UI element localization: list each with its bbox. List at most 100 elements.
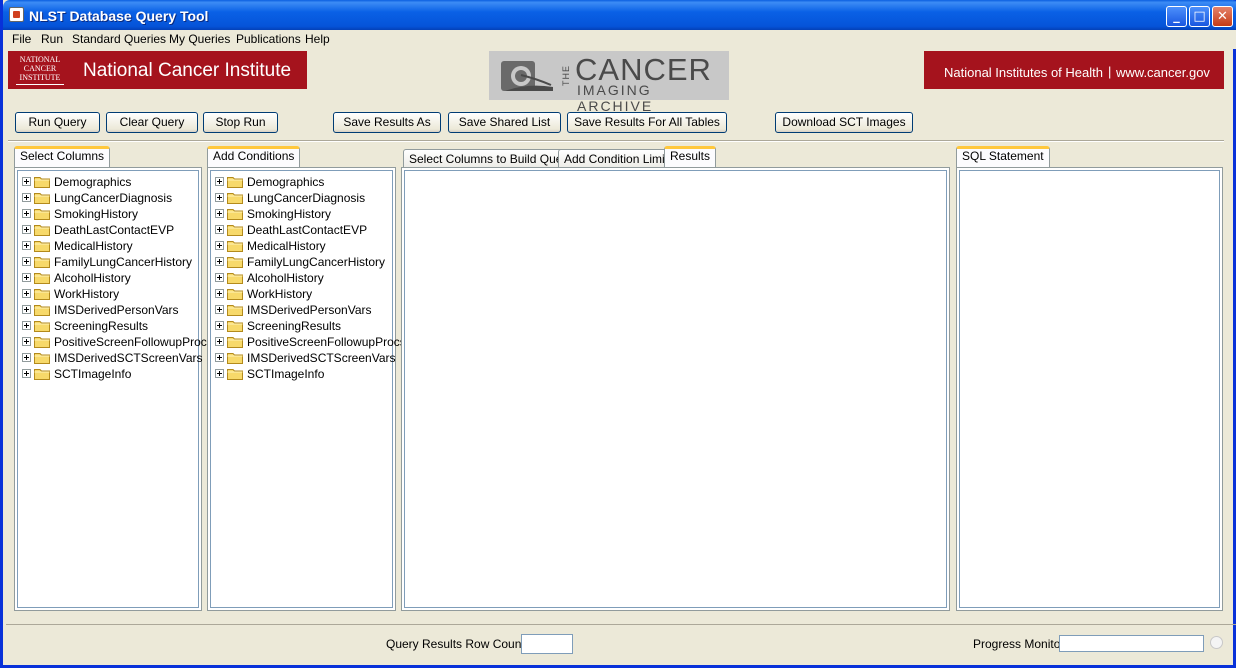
expand-icon[interactable] xyxy=(22,273,31,283)
close-icon[interactable]: ✕ xyxy=(1212,6,1233,27)
add-conditions-tree-item[interactable]: PositiveScreenFollowupProcs xyxy=(215,334,406,350)
save-results-all-tables-button[interactable]: Save Results For All Tables xyxy=(567,112,727,133)
select-columns-tree-item[interactable]: LungCancerDiagnosis xyxy=(22,190,172,206)
tree-item-label: WorkHistory xyxy=(247,286,313,301)
expand-icon[interactable] xyxy=(215,321,224,331)
expand-icon[interactable] xyxy=(215,353,224,363)
tab-select-columns[interactable]: Select Columns xyxy=(14,146,111,167)
status-bar: Query Results Row Count Progress Monitor xyxy=(6,624,1236,665)
menu-help[interactable]: Help xyxy=(305,32,330,46)
tree-item-label: Demographics xyxy=(247,174,325,189)
select-columns-tree-item[interactable]: SCTImageInfo xyxy=(22,366,131,382)
cancer-gov-link[interactable]: www.cancer.gov xyxy=(1116,65,1210,80)
expand-icon[interactable] xyxy=(22,193,31,203)
folder-icon xyxy=(227,368,243,380)
tree-item-label: PositiveScreenFollowupProcs xyxy=(54,334,213,349)
folder-icon xyxy=(34,352,50,364)
expand-icon[interactable] xyxy=(215,225,224,235)
expand-icon[interactable] xyxy=(215,337,224,347)
add-conditions-tree-item[interactable]: DeathLastContactEVP xyxy=(215,222,367,238)
select-columns-tree-item[interactable]: IMSDerivedPersonVars xyxy=(22,302,179,318)
select-columns-tree-item[interactable]: MedicalHistory xyxy=(22,238,133,254)
menu-run[interactable]: Run xyxy=(41,32,63,46)
run-query-button[interactable]: Run Query xyxy=(15,112,100,133)
tab-sql-statement[interactable]: SQL Statement xyxy=(956,146,1050,167)
app-window: NLST Database Query Tool _ □ ✕ File Run … xyxy=(0,0,1236,668)
tab-condition-limits[interactable]: Add Condition Limits xyxy=(558,149,681,168)
add-conditions-tree-item[interactable]: LungCancerDiagnosis xyxy=(215,190,365,206)
title-bar[interactable]: NLST Database Query Tool _ □ ✕ xyxy=(3,0,1236,30)
add-conditions-tree-item[interactable]: Demographics xyxy=(215,174,324,190)
menu-my-queries[interactable]: My Queries xyxy=(169,32,230,46)
expand-icon[interactable] xyxy=(22,353,31,363)
download-sct-images-button[interactable]: Download SCT Images xyxy=(775,112,913,133)
expand-icon[interactable] xyxy=(22,337,31,347)
expand-icon[interactable] xyxy=(22,257,31,267)
add-conditions-tree-item[interactable]: SCTImageInfo xyxy=(215,366,324,382)
menu-file[interactable]: File xyxy=(12,32,31,46)
expand-icon[interactable] xyxy=(215,305,224,315)
expand-icon[interactable] xyxy=(215,209,224,219)
expand-icon[interactable] xyxy=(22,305,31,315)
add-conditions-tree-item[interactable]: AlcoholHistory xyxy=(215,270,324,286)
save-results-as-button[interactable]: Save Results As xyxy=(333,112,441,133)
select-columns-tree-item[interactable]: AlcoholHistory xyxy=(22,270,131,286)
sql-statement-area[interactable] xyxy=(959,170,1220,608)
folder-icon xyxy=(34,192,50,204)
add-conditions-tree: Demographics LungCancerDiagnosis SmokingHi… xyxy=(210,170,406,608)
add-conditions-tree-item[interactable]: ScreeningResults xyxy=(215,318,341,334)
folder-icon xyxy=(34,320,50,332)
tab-add-conditions[interactable]: Add Conditions xyxy=(207,146,301,167)
select-columns-tree-item[interactable]: ScreeningResults xyxy=(22,318,148,334)
folder-icon xyxy=(34,368,50,380)
expand-icon[interactable] xyxy=(22,321,31,331)
tree-item-label: FamilyLungCancerHistory xyxy=(54,254,193,269)
tree-item-label: SCTImageInfo xyxy=(54,366,132,381)
tree-item-label: IMSDerivedSCTScreenVars xyxy=(247,350,396,365)
select-columns-tree-item[interactable]: IMSDerivedSCTScreenVars xyxy=(22,350,203,366)
add-conditions-tree-item[interactable]: SmokingHistory xyxy=(215,206,331,222)
expand-icon[interactable] xyxy=(22,209,31,219)
row-count-field xyxy=(521,634,573,654)
add-conditions-tree-item[interactable]: IMSDerivedPersonVars xyxy=(215,302,372,318)
tab-results[interactable]: Results xyxy=(664,146,717,167)
expand-icon[interactable] xyxy=(215,177,224,187)
select-columns-tree-item[interactable]: SmokingHistory xyxy=(22,206,138,222)
add-conditions-tree-item[interactable]: MedicalHistory xyxy=(215,238,326,254)
expand-icon[interactable] xyxy=(215,193,224,203)
select-columns-tree-item[interactable]: Demographics xyxy=(22,174,131,190)
tree-item-label: AlcoholHistory xyxy=(247,270,324,285)
expand-icon[interactable] xyxy=(215,241,224,251)
select-columns-tree-item[interactable]: FamilyLungCancerHistory xyxy=(22,254,192,270)
tree-item-label: DeathLastContactEVP xyxy=(54,222,175,237)
expand-icon[interactable] xyxy=(215,289,224,299)
tree-item-label: IMSDerivedPersonVars xyxy=(247,302,372,317)
tcia-archive: IMAGING ARCHIVE xyxy=(577,82,654,114)
stop-run-button[interactable]: Stop Run xyxy=(203,112,278,133)
select-columns-tree-item[interactable]: DeathLastContactEVP xyxy=(22,222,174,238)
add-conditions-tree-item[interactable]: IMSDerivedSCTScreenVars xyxy=(215,350,396,366)
expand-icon[interactable] xyxy=(22,369,31,379)
add-conditions-tree-item[interactable]: WorkHistory xyxy=(215,286,312,302)
menu-standard-queries[interactable]: Standard Queries xyxy=(72,32,166,46)
maximize-icon[interactable]: □ xyxy=(1189,6,1210,27)
select-columns-panel: Demographics LungCancerDiagnosis SmokingHi… xyxy=(14,167,213,611)
expand-icon[interactable] xyxy=(22,289,31,299)
expand-icon[interactable] xyxy=(215,273,224,283)
save-shared-list-button[interactable]: Save Shared List xyxy=(448,112,561,133)
tree-item-label: FamilyLungCancerHistory xyxy=(247,254,386,269)
expand-icon[interactable] xyxy=(22,225,31,235)
results-area[interactable] xyxy=(404,170,947,608)
expand-icon[interactable] xyxy=(22,177,31,187)
clear-query-button[interactable]: Clear Query xyxy=(106,112,198,133)
expand-icon[interactable] xyxy=(22,241,31,251)
menu-publications[interactable]: Publications xyxy=(236,32,301,46)
select-columns-tree-item[interactable]: WorkHistory xyxy=(22,286,119,302)
expand-icon[interactable] xyxy=(215,257,224,267)
expand-icon[interactable] xyxy=(215,369,224,379)
minimize-icon[interactable]: _ xyxy=(1166,6,1187,27)
tab-build-query[interactable]: Select Columns to Build Query xyxy=(403,149,579,168)
select-columns-tree-item[interactable]: PositiveScreenFollowupProcs xyxy=(22,334,213,350)
folder-icon xyxy=(34,208,50,220)
add-conditions-tree-item[interactable]: FamilyLungCancerHistory xyxy=(215,254,385,270)
